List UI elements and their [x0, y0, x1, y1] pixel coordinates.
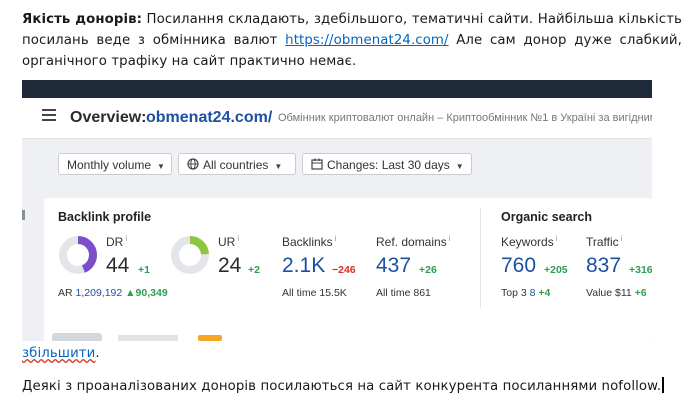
organic-search-title: Organic search	[501, 210, 593, 224]
globe-icon	[187, 155, 199, 177]
section-divider	[480, 208, 481, 308]
chevron-down-icon: ▼	[274, 162, 283, 171]
filter-bar: Monthly volume ▼ All countries ▼ Changes: …	[22, 139, 652, 188]
dr-label[interactable]: DR i	[106, 234, 127, 249]
ur-value: 24	[218, 254, 242, 277]
ur-donut-chart	[171, 236, 209, 274]
ref-domains-all-time: All time 861	[376, 287, 431, 299]
ref-domains-value[interactable]: 437	[376, 254, 411, 278]
paragraph-increase: збільшити.	[22, 343, 682, 364]
keywords-top3: Top 3 8 +4	[501, 287, 551, 299]
tab-overview[interactable]	[52, 333, 102, 341]
new-badge	[198, 335, 222, 341]
top-bar	[22, 80, 652, 98]
traffic-value[interactable]: 837	[586, 254, 621, 278]
country-dropdown[interactable]: All countries ▼	[178, 153, 296, 175]
site-description: Обмінник криптовалют онлайн – Криптообмі…	[278, 112, 652, 124]
ar-metric: AR 1,209,192 ▲90,349	[58, 287, 168, 299]
calendar-icon	[311, 155, 323, 177]
dr-delta: +1	[138, 264, 150, 276]
ahrefs-screenshot: Overview: obmenat24.com/ Обмінник крипто…	[22, 80, 652, 341]
tab-second[interactable]	[118, 335, 178, 341]
chevron-down-icon: ▼	[157, 162, 165, 171]
keywords-delta: +205	[544, 264, 568, 276]
backlinks-value[interactable]: 2.1K	[282, 254, 325, 278]
text-cursor	[662, 377, 665, 393]
ur-delta: +2	[248, 264, 260, 276]
collapse-handle[interactable]	[22, 210, 25, 220]
country-dropdown-label: All countries	[203, 158, 269, 172]
volume-dropdown[interactable]: Monthly volume ▼	[58, 153, 172, 175]
backlinks-label[interactable]: Backlinks i	[282, 234, 336, 249]
overview-domain[interactable]: obmenat24.com/	[146, 109, 272, 127]
obmenat-link[interactable]: https://obmenat24.com/	[285, 33, 448, 48]
overview-header: Overview: obmenat24.com/ Обмінник крипто…	[22, 98, 652, 139]
paragraph-donor-quality: Якість донорів: Посилання складають, зде…	[22, 9, 682, 72]
backlink-profile-title: Backlink profile	[58, 210, 152, 224]
overview-title: Overview:	[70, 109, 147, 126]
changes-dropdown-label: Changes: Last 30 days	[327, 158, 450, 172]
dr-value: 44	[106, 254, 130, 277]
ref-domains-delta: +26	[419, 264, 437, 276]
traffic-value-usd: Value $11 +6	[586, 287, 647, 299]
keywords-label[interactable]: Keywords i	[501, 234, 557, 249]
paragraph-period: .	[95, 346, 100, 361]
traffic-delta: +316	[629, 264, 652, 276]
menu-icon[interactable]	[42, 109, 56, 121]
donor-quality-heading: Якість донорів:	[22, 12, 143, 27]
changes-dropdown[interactable]: Changes: Last 30 days ▼	[302, 153, 472, 175]
traffic-label[interactable]: Traffic i	[586, 234, 622, 249]
volume-dropdown-label: Monthly volume	[67, 158, 152, 172]
keywords-value[interactable]: 760	[501, 254, 536, 278]
increase-link[interactable]: збільшити	[22, 346, 95, 361]
ref-domains-label[interactable]: Ref. domains i	[376, 234, 450, 249]
backlinks-all-time: All time 15.5K	[282, 287, 347, 299]
backlinks-delta: −246	[332, 264, 356, 276]
metrics-card: Backlink profile Organic search DR i 44 +…	[44, 198, 652, 341]
paragraph-nofollow: Деякі з проаналізованих донорів посилают…	[22, 376, 682, 397]
ur-label[interactable]: UR i	[218, 234, 239, 249]
tab-strip	[22, 329, 652, 341]
dr-donut-chart	[59, 236, 97, 274]
chevron-down-icon: ▼	[455, 162, 464, 171]
nofollow-text: Деякі з проаналізованих донорів посилают…	[22, 379, 662, 394]
